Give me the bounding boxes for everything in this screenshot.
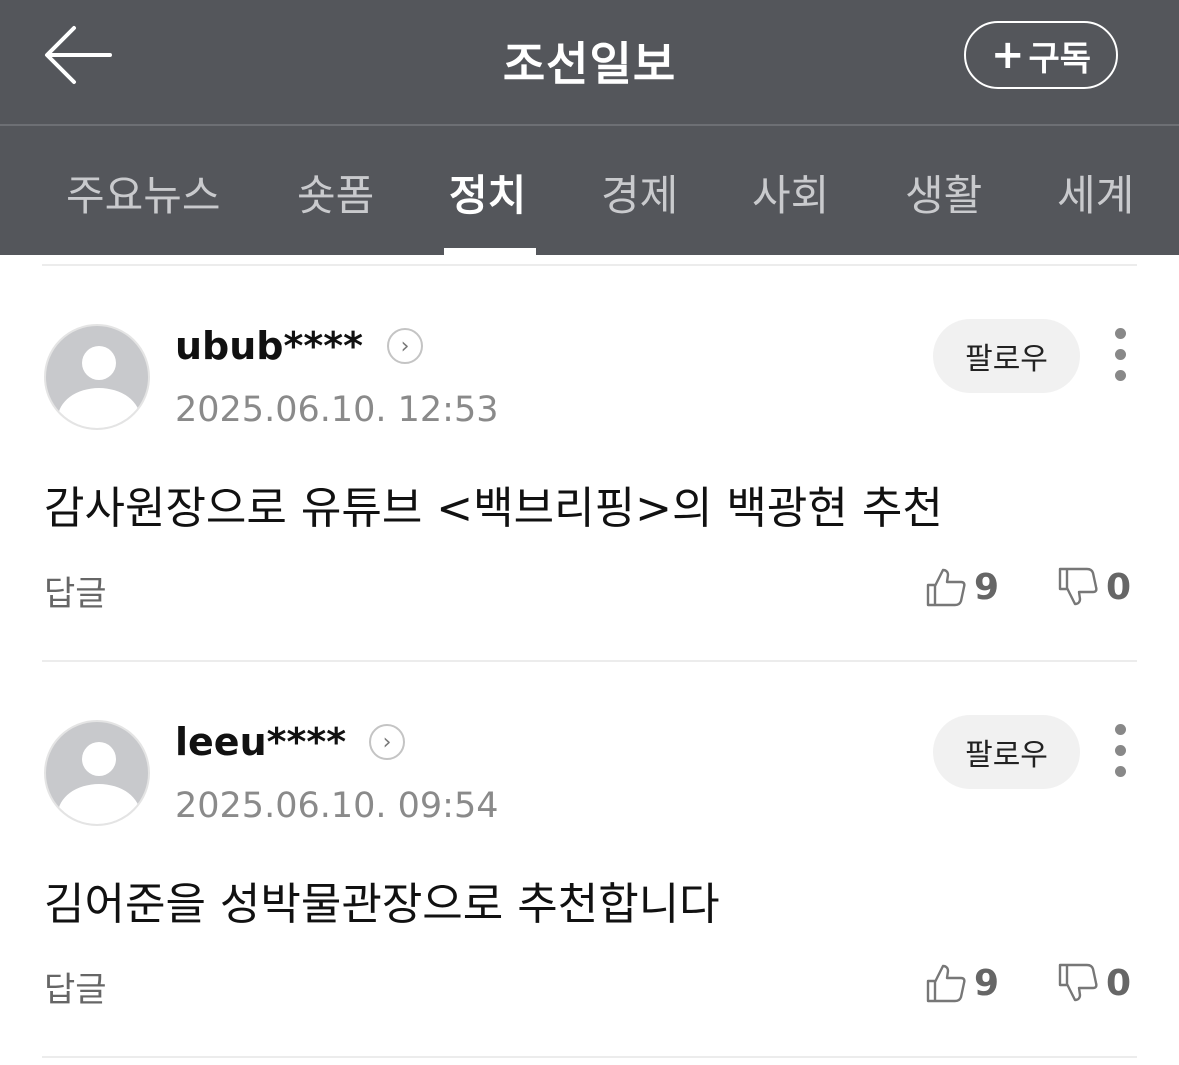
tab-politics[interactable]: 정치 (449, 162, 526, 223)
tab-economy[interactable]: 경제 (601, 162, 678, 223)
chevron-right-icon[interactable]: › (369, 724, 405, 760)
reply-button[interactable]: 답글 (44, 962, 107, 1011)
avatar-body (58, 388, 140, 428)
avatar-body (58, 784, 140, 824)
dislike-button[interactable]: 0 (1056, 958, 1131, 1008)
like-count: 9 (974, 962, 1000, 1004)
like-button[interactable]: 9 (924, 562, 999, 612)
category-tabs: 주요뉴스 숏폼 정치 경제 사회 생활 세계 (0, 126, 1179, 255)
avatar[interactable] (44, 324, 150, 430)
dislike-button[interactable]: 0 (1056, 562, 1131, 612)
top-bar: 조선일보 + 구독 (0, 0, 1179, 124)
dislike-count: 0 (1106, 962, 1132, 1004)
tab-main-news[interactable]: 주요뉴스 (66, 162, 221, 223)
subscribe-label: 구독 (1028, 38, 1092, 79)
tab-world[interactable]: 세계 (1057, 162, 1134, 223)
comment-item: leeu**** › 2025.06.10. 09:54 팔로우 김어준을 성박… (0, 662, 1179, 1057)
divider (42, 1056, 1137, 1058)
comment-text: 감사원장으로 유튜브 <백브리핑>의 백광현 추천 (44, 483, 943, 534)
thumbs-down-icon (1058, 963, 1098, 1002)
active-tab-indicator (444, 248, 536, 255)
more-options-icon[interactable] (1104, 724, 1138, 778)
app-header: 조선일보 + 구독 주요뉴스 숏폼 정치 경제 사회 생활 세계 (0, 0, 1179, 255)
like-button[interactable]: 9 (924, 958, 999, 1008)
tab-society[interactable]: 사회 (752, 162, 829, 223)
follow-button[interactable]: 팔로우 (933, 715, 1080, 789)
chevron-right-icon[interactable]: › (387, 328, 423, 364)
avatar-head (82, 742, 116, 776)
more-options-icon[interactable] (1104, 328, 1138, 382)
dislike-count: 0 (1106, 566, 1132, 608)
thumbs-up-icon (926, 964, 966, 1003)
comment-username[interactable]: ubub**** (175, 324, 363, 368)
tab-shortform[interactable]: 숏폼 (297, 162, 374, 223)
like-count: 9 (974, 566, 1000, 608)
plus-icon: + (990, 32, 1025, 78)
comment-date: 2025.06.10. 12:53 (175, 390, 499, 430)
comment-username[interactable]: leeu**** (175, 720, 346, 764)
avatar[interactable] (44, 720, 150, 826)
comment-item: ubub**** › 2025.06.10. 12:53 팔로우 감사원장으로 … (0, 266, 1179, 661)
comment-date: 2025.06.10. 09:54 (175, 786, 499, 826)
subscribe-button[interactable]: + 구독 (964, 21, 1118, 89)
thumbs-up-icon (926, 568, 966, 607)
reply-button[interactable]: 답글 (44, 566, 107, 615)
avatar-head (82, 346, 116, 380)
tab-life[interactable]: 생활 (905, 162, 982, 223)
thumbs-down-icon (1058, 567, 1098, 606)
comment-text: 김어준을 성박물관장으로 추천합니다 (44, 879, 720, 930)
follow-button[interactable]: 팔로우 (933, 319, 1080, 393)
